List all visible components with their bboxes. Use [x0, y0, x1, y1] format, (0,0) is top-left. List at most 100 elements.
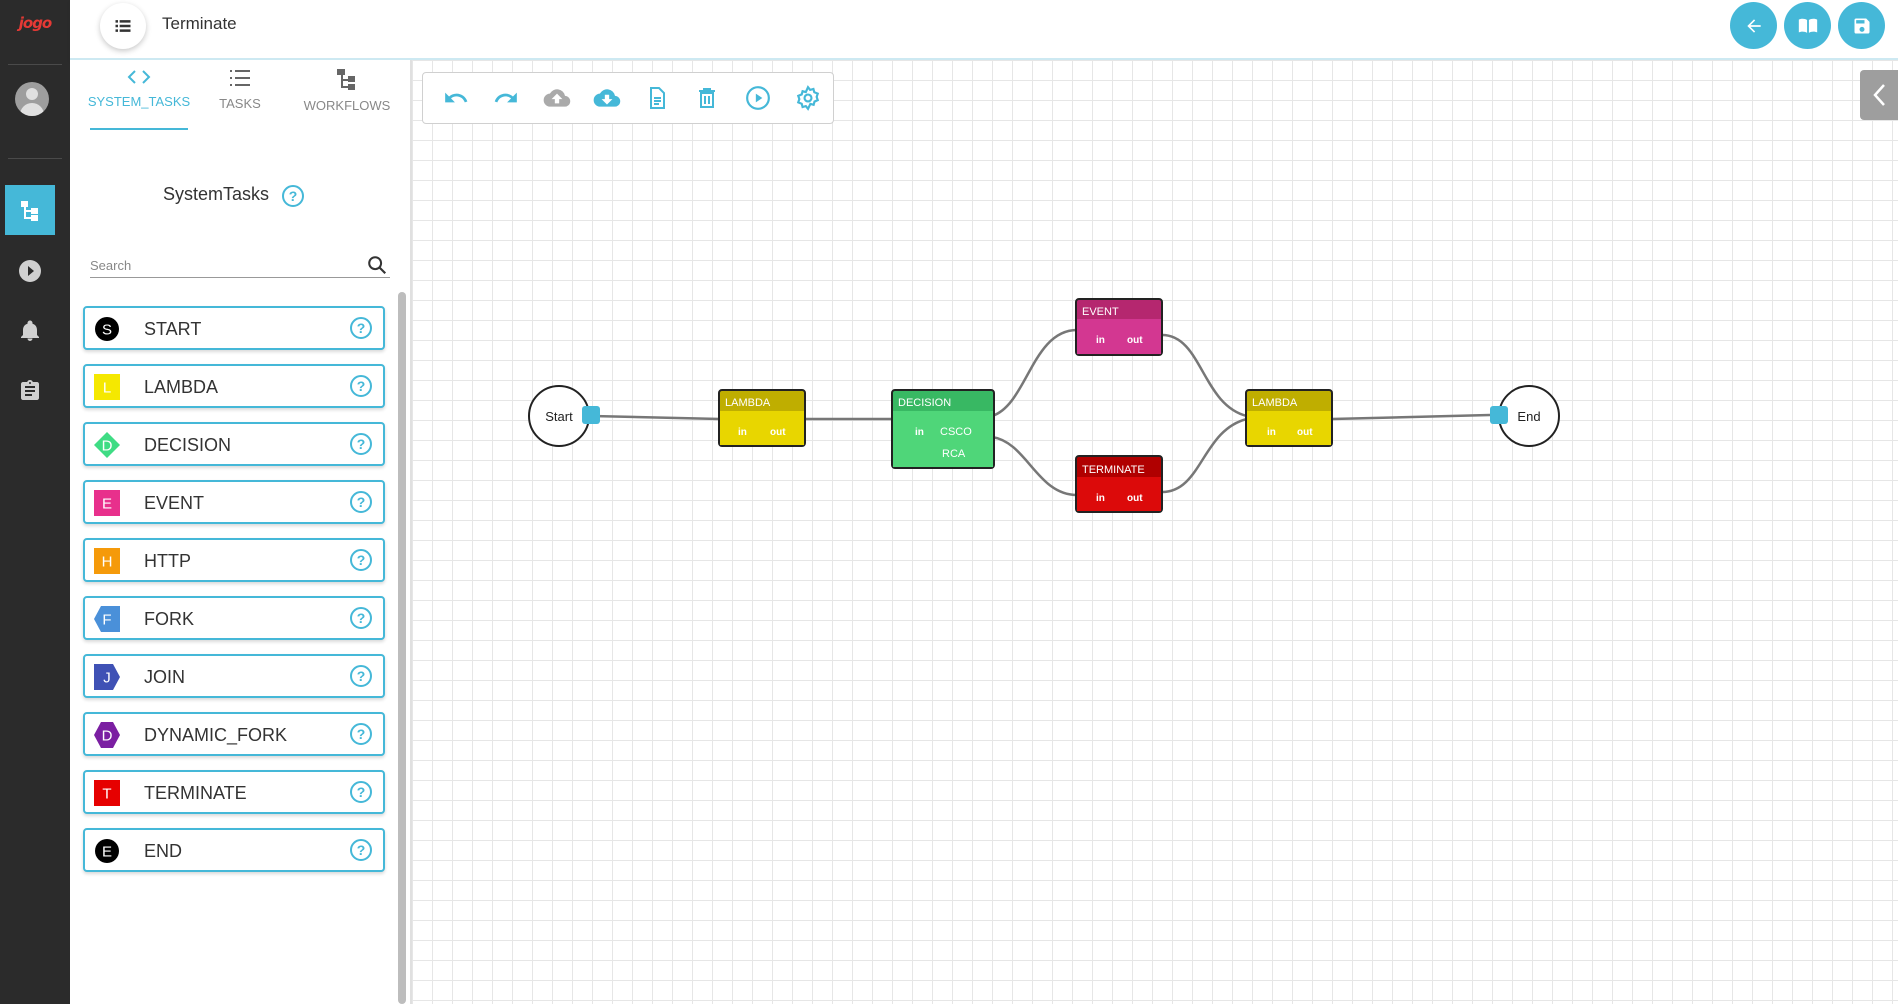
task-badge-icon: T: [94, 780, 120, 806]
play-circle-icon: [19, 260, 41, 282]
help-icon[interactable]: ?: [350, 491, 372, 513]
task-item-end[interactable]: E END?: [83, 828, 385, 872]
tab-tasks[interactable]: TASKS: [200, 68, 280, 130]
event-node[interactable]: EVENT in out: [1075, 298, 1163, 356]
task-item-http[interactable]: H HTTP?: [83, 538, 385, 582]
save-icon: [1854, 18, 1869, 33]
task-item-dynamic-fork[interactable]: D DYNAMIC_FORK?: [83, 712, 385, 756]
settings-button[interactable]: [783, 78, 833, 118]
task-badge-letter: F: [102, 612, 111, 629]
task-item-fork[interactable]: F FORK?: [83, 596, 385, 640]
help-icon[interactable]: ?: [350, 317, 372, 339]
task-badge-icon: D: [94, 432, 120, 458]
node-title: DECISION: [898, 397, 951, 409]
end-node[interactable]: End: [1490, 385, 1560, 447]
nav-rail: jogo: [0, 0, 70, 1004]
task-label: HTTP: [144, 551, 191, 571]
task-badge-letter: E: [102, 844, 112, 861]
help-icon[interactable]: ?: [350, 839, 372, 861]
help-icon[interactable]: ?: [350, 375, 372, 397]
task-item-event[interactable]: E EVENT?: [83, 480, 385, 524]
docs-button[interactable]: [1784, 2, 1831, 49]
nav-notifications[interactable]: [5, 306, 55, 356]
task-item-decision[interactable]: D DECISION?: [83, 422, 385, 466]
help-icon[interactable]: ?: [350, 665, 372, 687]
bell-icon: [21, 320, 39, 341]
end-label: End: [1517, 409, 1540, 424]
task-sidebar: SYSTEM_TASKS TASKS WORKFLOWS SystemTasks…: [70, 60, 410, 1004]
case-port[interactable]: RCA: [942, 448, 966, 460]
terminate-node[interactable]: TERMINATE in out: [1075, 455, 1163, 513]
case-port[interactable]: CSCO: [940, 426, 972, 438]
arrow-left-icon: [1746, 18, 1761, 33]
start-port[interactable]: [582, 406, 600, 424]
delete-button[interactable]: [682, 78, 732, 118]
task-item-start[interactable]: S START?: [83, 306, 385, 350]
play-icon: [745, 86, 770, 110]
task-label: TERMINATE: [144, 783, 247, 803]
search-icon[interactable]: [366, 254, 388, 276]
panel-title: SystemTasks: [163, 184, 270, 204]
decision-node[interactable]: DECISION in CSCO RCA: [891, 389, 995, 469]
task-badge-letter: S: [102, 322, 112, 339]
upload-button[interactable]: [532, 78, 582, 118]
in-port[interactable]: in: [1267, 427, 1276, 438]
redo-icon: [495, 92, 518, 103]
end-port[interactable]: [1490, 406, 1508, 424]
workflow-diagram: Start LAMBDA in out DECISION in CSCO RCA…: [528, 298, 1560, 513]
out-port[interactable]: out: [1297, 427, 1313, 438]
help-icon[interactable]: ?: [350, 781, 372, 803]
settings-icon: [796, 85, 819, 111]
download-button[interactable]: [582, 78, 632, 118]
out-port[interactable]: out: [1127, 493, 1143, 504]
help-icon[interactable]: ?: [350, 607, 372, 629]
start-node[interactable]: Start: [528, 385, 600, 447]
in-port[interactable]: in: [1096, 493, 1105, 504]
cloud-upload-icon: [543, 89, 570, 107]
tab-label: SYSTEM_TASKS: [87, 94, 191, 109]
nav-executions[interactable]: [5, 246, 55, 296]
save-button[interactable]: [1838, 2, 1885, 49]
code-icon: [127, 70, 151, 84]
out-port[interactable]: out: [770, 427, 786, 438]
start-label: Start: [545, 409, 573, 424]
definition-button[interactable]: [632, 78, 682, 118]
collapse-panel-button[interactable]: [1860, 70, 1898, 120]
help-icon[interactable]: ?: [350, 723, 372, 745]
in-port[interactable]: in: [738, 427, 747, 438]
in-port[interactable]: in: [915, 427, 924, 438]
avatar[interactable]: [15, 82, 49, 116]
in-port[interactable]: in: [1096, 335, 1105, 346]
tab-label: TASKS: [219, 96, 261, 111]
undo-button[interactable]: [431, 78, 481, 118]
lambda-node[interactable]: LAMBDA in out: [1245, 389, 1333, 447]
tab-system-tasks[interactable]: SYSTEM_TASKS: [87, 68, 191, 130]
nav-workflow-builder[interactable]: [5, 185, 55, 235]
lambda-node[interactable]: LAMBDA in out: [718, 389, 806, 447]
task-item-join[interactable]: J JOIN?: [83, 654, 385, 698]
task-item-terminate[interactable]: T TERMINATE?: [83, 770, 385, 814]
task-label: JOIN: [144, 667, 186, 687]
help-icon[interactable]: ?: [350, 433, 372, 455]
task-item-lambda[interactable]: L LAMBDA?: [83, 364, 385, 408]
cloud-download-icon: [593, 89, 621, 107]
task-label: DECISION: [144, 435, 232, 455]
nav-tasks[interactable]: [5, 366, 55, 416]
execute-button[interactable]: [733, 78, 783, 118]
sidebar-scrollbar[interactable]: [398, 292, 406, 1004]
help-icon[interactable]: ?: [282, 185, 304, 207]
task-badge-icon: J: [94, 664, 120, 690]
task-badge-icon: H: [94, 548, 120, 574]
workflow-canvas[interactable]: Start LAMBDA in out DECISION in CSCO RCA…: [410, 60, 1898, 1004]
task-label: END: [144, 841, 183, 861]
search-input[interactable]: [90, 254, 390, 278]
list-menu-icon: [115, 20, 131, 32]
help-icon[interactable]: ?: [350, 549, 372, 571]
back-button[interactable]: [1730, 2, 1777, 49]
document-icon: [650, 87, 666, 109]
task-badge-icon: S: [94, 316, 120, 342]
menu-button[interactable]: [100, 3, 146, 49]
tab-workflows[interactable]: WORKFLOWS: [296, 68, 398, 130]
out-port[interactable]: out: [1127, 335, 1143, 346]
redo-button[interactable]: [481, 78, 531, 118]
